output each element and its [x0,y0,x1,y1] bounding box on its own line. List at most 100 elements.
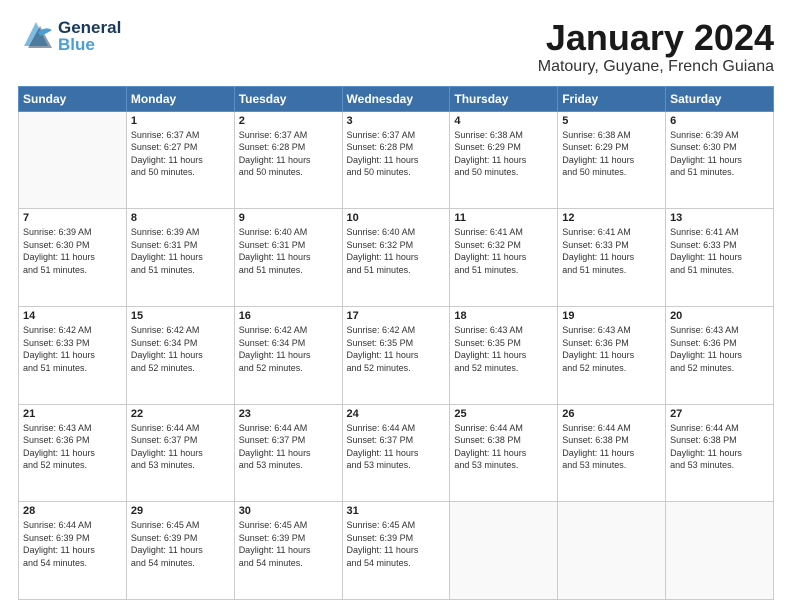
calendar-day-cell [666,502,774,600]
day-info: Sunrise: 6:44 AM Sunset: 6:37 PM Dayligh… [239,422,338,472]
day-info: Sunrise: 6:40 AM Sunset: 6:32 PM Dayligh… [347,226,446,276]
calendar-day-cell: 19Sunrise: 6:43 AM Sunset: 6:36 PM Dayli… [558,306,666,404]
day-number: 30 [239,505,338,517]
calendar-day-cell: 18Sunrise: 6:43 AM Sunset: 6:35 PM Dayli… [450,306,558,404]
day-number: 9 [239,212,338,224]
header-saturday: Saturday [666,86,774,111]
day-info: Sunrise: 6:45 AM Sunset: 6:39 PM Dayligh… [347,519,446,569]
header-tuesday: Tuesday [234,86,342,111]
calendar-day-cell: 9 Sunrise: 6:40 AM Sunset: 6:31 PM Daylig… [234,209,342,307]
day-number: 8 [131,212,230,224]
day-number: 31 [347,505,446,517]
day-info: Sunrise: 6:41 AM Sunset: 6:33 PM Dayligh… [670,226,769,276]
day-info: Sunrise: 6:43 AM Sunset: 6:35 PM Dayligh… [454,324,553,374]
calendar-day-cell: 20 Sunrise: 6:43 AM Sunset: 6:36 PM Dayli… [666,306,774,404]
day-number: 7 [23,212,122,224]
calendar-day-cell: 23 Sunrise: 6:44 AM Sunset: 6:37 PM Dayli… [234,404,342,502]
calendar-day-cell: 24 Sunrise: 6:44 AM Sunset: 6:37 PM Dayli… [342,404,450,502]
logo-icon [18,18,54,54]
calendar-week-row: 21 Sunrise: 6:43 AM Sunset: 6:36 PM Dayli… [19,404,774,502]
page: General Blue January 2024 Matoury, Guyan… [0,0,792,612]
calendar-day-cell: 11Sunrise: 6:41 AM Sunset: 6:32 PM Dayli… [450,209,558,307]
day-info: Sunrise: 6:38 AM Sunset: 6:29 PM Dayligh… [562,129,661,179]
day-number: 12 [562,212,661,224]
header-monday: Monday [126,86,234,111]
calendar-day-cell: 12 Sunrise: 6:41 AM Sunset: 6:33 PM Dayli… [558,209,666,307]
day-number: 20 [670,310,769,322]
calendar-day-cell: 16Sunrise: 6:42 AM Sunset: 6:34 PM Dayli… [234,306,342,404]
day-number: 10 [347,212,446,224]
calendar-day-cell: 14Sunrise: 6:42 AM Sunset: 6:33 PM Dayli… [19,306,127,404]
day-info: Sunrise: 6:37 AM Sunset: 6:28 PM Dayligh… [239,129,338,179]
day-info: Sunrise: 6:39 AM Sunset: 6:30 PM Dayligh… [23,226,122,276]
calendar-day-cell: 10 Sunrise: 6:40 AM Sunset: 6:32 PM Dayli… [342,209,450,307]
calendar-day-cell: 15Sunrise: 6:42 AM Sunset: 6:34 PM Dayli… [126,306,234,404]
title-block: January 2024 Matoury, Guyane, French Gui… [538,18,774,76]
calendar-week-row: 28 Sunrise: 6:44 AM Sunset: 6:39 PM Dayli… [19,502,774,600]
logo-blue-text: Blue [58,36,121,53]
calendar-day-cell: 3 Sunrise: 6:37 AM Sunset: 6:28 PM Daylig… [342,111,450,209]
day-info: Sunrise: 6:42 AM Sunset: 6:34 PM Dayligh… [131,324,230,374]
calendar-day-cell [558,502,666,600]
calendar-title: January 2024 [538,18,774,58]
header: General Blue January 2024 Matoury, Guyan… [18,18,774,76]
day-info: Sunrise: 6:40 AM Sunset: 6:31 PM Dayligh… [239,226,338,276]
day-info: Sunrise: 6:41 AM Sunset: 6:33 PM Dayligh… [562,226,661,276]
day-info: Sunrise: 6:44 AM Sunset: 6:38 PM Dayligh… [562,422,661,472]
day-number: 27 [670,408,769,420]
day-info: Sunrise: 6:42 AM Sunset: 6:35 PM Dayligh… [347,324,446,374]
day-number: 28 [23,505,122,517]
calendar-day-cell [450,502,558,600]
day-number: 19 [562,310,661,322]
logo: General Blue [18,18,121,54]
calendar-day-cell: 5 Sunrise: 6:38 AM Sunset: 6:29 PM Daylig… [558,111,666,209]
calendar-day-cell: 27 Sunrise: 6:44 AM Sunset: 6:38 PM Dayli… [666,404,774,502]
day-info: Sunrise: 6:44 AM Sunset: 6:38 PM Dayligh… [454,422,553,472]
days-header-row: Sunday Monday Tuesday Wednesday Thursday… [19,86,774,111]
day-number: 4 [454,115,553,127]
day-info: Sunrise: 6:38 AM Sunset: 6:29 PM Dayligh… [454,129,553,179]
day-number: 3 [347,115,446,127]
calendar-day-cell: 2 Sunrise: 6:37 AM Sunset: 6:28 PM Daylig… [234,111,342,209]
day-number: 14 [23,310,122,322]
day-info: Sunrise: 6:44 AM Sunset: 6:39 PM Dayligh… [23,519,122,569]
header-sunday: Sunday [19,86,127,111]
day-info: Sunrise: 6:37 AM Sunset: 6:27 PM Dayligh… [131,129,230,179]
day-info: Sunrise: 6:43 AM Sunset: 6:36 PM Dayligh… [23,422,122,472]
day-number: 1 [131,115,230,127]
header-thursday: Thursday [450,86,558,111]
day-number: 2 [239,115,338,127]
day-number: 11 [454,212,553,224]
calendar-day-cell: 28 Sunrise: 6:44 AM Sunset: 6:39 PM Dayli… [19,502,127,600]
calendar-table: Sunday Monday Tuesday Wednesday Thursday… [18,86,774,600]
day-number: 13 [670,212,769,224]
calendar-day-cell: 31 Sunrise: 6:45 AM Sunset: 6:39 PM Dayli… [342,502,450,600]
calendar-day-cell: 7 Sunrise: 6:39 AM Sunset: 6:30 PM Daylig… [19,209,127,307]
day-info: Sunrise: 6:37 AM Sunset: 6:28 PM Dayligh… [347,129,446,179]
logo-general-text: General [58,19,121,36]
day-number: 22 [131,408,230,420]
calendar-week-row: 7 Sunrise: 6:39 AM Sunset: 6:30 PM Daylig… [19,209,774,307]
day-number: 21 [23,408,122,420]
calendar-day-cell: 1 Sunrise: 6:37 AM Sunset: 6:27 PM Daylig… [126,111,234,209]
day-info: Sunrise: 6:39 AM Sunset: 6:30 PM Dayligh… [670,129,769,179]
day-info: Sunrise: 6:44 AM Sunset: 6:38 PM Dayligh… [670,422,769,472]
calendar-day-cell: 29Sunrise: 6:45 AM Sunset: 6:39 PM Dayli… [126,502,234,600]
day-number: 24 [347,408,446,420]
calendar-day-cell: 4 Sunrise: 6:38 AM Sunset: 6:29 PM Daylig… [450,111,558,209]
day-number: 26 [562,408,661,420]
day-info: Sunrise: 6:45 AM Sunset: 6:39 PM Dayligh… [239,519,338,569]
day-number: 23 [239,408,338,420]
calendar-day-cell: 13 Sunrise: 6:41 AM Sunset: 6:33 PM Dayli… [666,209,774,307]
day-number: 6 [670,115,769,127]
day-info: Sunrise: 6:44 AM Sunset: 6:37 PM Dayligh… [347,422,446,472]
day-info: Sunrise: 6:43 AM Sunset: 6:36 PM Dayligh… [670,324,769,374]
day-number: 17 [347,310,446,322]
day-info: Sunrise: 6:42 AM Sunset: 6:34 PM Dayligh… [239,324,338,374]
calendar-day-cell: 30 Sunrise: 6:45 AM Sunset: 6:39 PM Dayli… [234,502,342,600]
calendar-day-cell: 17 Sunrise: 6:42 AM Sunset: 6:35 PM Dayli… [342,306,450,404]
calendar-week-row: 14Sunrise: 6:42 AM Sunset: 6:33 PM Dayli… [19,306,774,404]
day-number: 29 [131,505,230,517]
day-info: Sunrise: 6:39 AM Sunset: 6:31 PM Dayligh… [131,226,230,276]
day-number: 5 [562,115,661,127]
